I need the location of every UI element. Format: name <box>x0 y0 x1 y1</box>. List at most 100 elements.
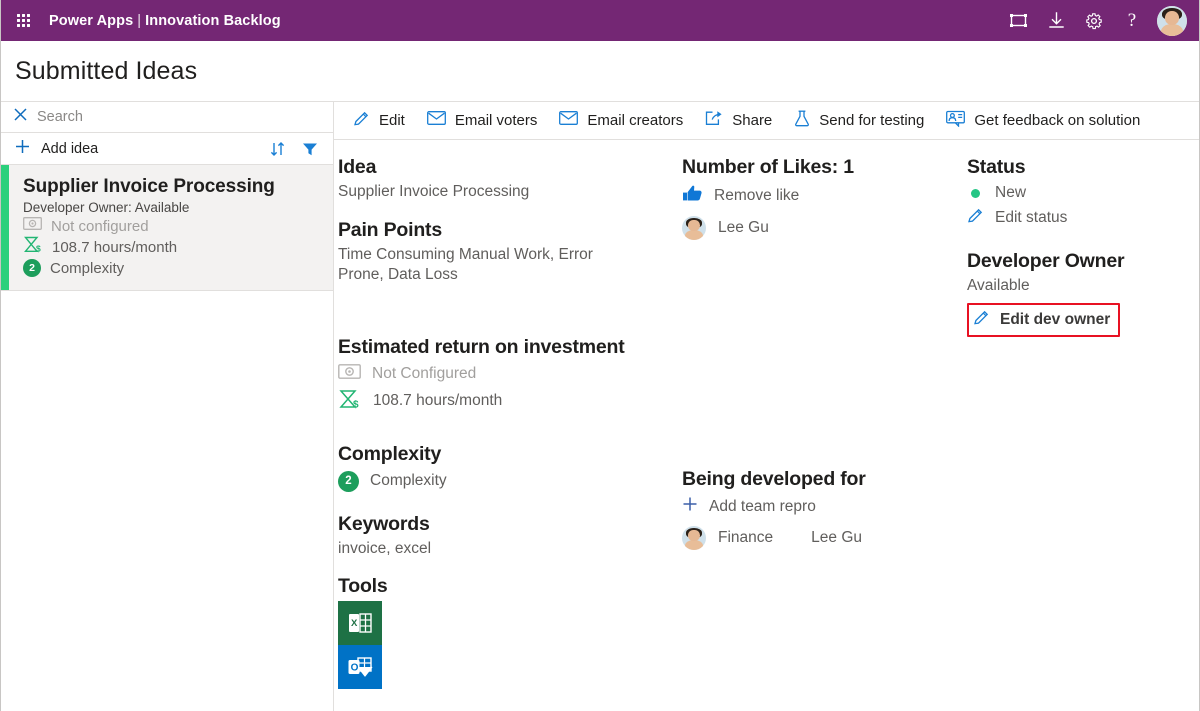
card-roi-hours: $ 108.7 hours/month <box>23 236 275 258</box>
tools-list: X O <box>338 601 682 690</box>
add-idea-button[interactable]: Add idea <box>41 141 98 157</box>
avatar-face <box>688 220 700 232</box>
avatar <box>682 526 706 550</box>
app-window: Power Apps | Innovation Backlog ? Submitte… <box>0 0 1200 711</box>
pencil-icon <box>353 110 370 132</box>
brand-separator: | <box>137 12 142 29</box>
roi-heading: Estimated return on investment <box>338 335 625 358</box>
add-team-repro-button[interactable]: Add team repro <box>682 496 967 517</box>
status-badge: New <box>995 184 1027 201</box>
ideas-list-panel: Search Add idea Supplier Invoice Process… <box>1 102 334 711</box>
roi-hours-value: 108.7 hours/month <box>373 392 503 410</box>
add-idea-row: Add idea <box>1 133 333 165</box>
card-body: Supplier Invoice Processing Developer Ow… <box>9 165 287 290</box>
avatar-body <box>1160 23 1184 36</box>
search-input[interactable]: Search <box>37 109 83 125</box>
voter-row: Lee Gu <box>682 216 967 240</box>
detail-panel: Edit Email voters Email creators Share S… <box>334 102 1199 711</box>
app-launcher-icon[interactable] <box>11 9 35 33</box>
plus-icon[interactable] <box>15 139 30 159</box>
status-dot-icon <box>971 188 980 198</box>
keywords-value: invoice, excel <box>338 539 432 557</box>
svg-text:X: X <box>351 619 358 630</box>
card-roi-money-value: Not configured <box>51 217 149 235</box>
edit-button-label: Edit <box>379 112 405 129</box>
get-feedback-button[interactable]: Get feedback on solution <box>935 102 1151 140</box>
detail-column-right: Status New Edit status Developer Owner A… <box>967 156 1199 711</box>
card-accent-bar <box>1 165 9 290</box>
edit-status-button[interactable]: Edit status <box>967 207 1199 229</box>
edit-button[interactable]: Edit <box>342 102 416 140</box>
team-owner: Lee Gu <box>811 529 863 546</box>
share-icon <box>705 110 723 131</box>
avatar-body <box>684 230 704 240</box>
page-title-bar: Submitted Ideas <box>1 41 1199 102</box>
excel-icon[interactable]: X <box>338 601 382 646</box>
pencil-icon <box>973 309 990 331</box>
svg-text:$: $ <box>353 399 359 408</box>
gear-icon[interactable] <box>1075 0 1113 41</box>
email-voters-label: Email voters <box>454 112 538 129</box>
developer-owner-value: Available <box>967 277 1030 294</box>
card-title: Supplier Invoice Processing <box>23 176 275 197</box>
close-icon[interactable] <box>14 108 27 126</box>
idea-heading: Idea <box>338 156 377 178</box>
complexity-heading: Complexity <box>338 442 442 465</box>
hourglass-money-icon: $ <box>338 389 362 414</box>
detail-columns: Idea Supplier Invoice Processing Pain Po… <box>334 140 1199 711</box>
list-item[interactable]: Supplier Invoice Processing Developer Ow… <box>1 165 333 291</box>
team-name: Finance <box>718 529 774 546</box>
pain-points-value: Time Consuming Manual Work, Error Prone,… <box>338 245 593 284</box>
keywords-heading: Keywords <box>338 512 430 535</box>
team-row: Finance Lee Gu <box>682 526 967 550</box>
plus-icon <box>682 496 698 517</box>
search-row: Search <box>1 102 333 133</box>
fullscreen-icon[interactable] <box>999 0 1037 41</box>
developer-owner-heading: Developer Owner <box>967 250 1125 272</box>
sort-icon[interactable] <box>266 138 288 160</box>
help-glyph: ? <box>1127 9 1137 31</box>
share-label: Share <box>732 112 773 129</box>
email-creators-button[interactable]: Email creators <box>548 102 694 140</box>
roi-money-value: Not Configured <box>372 364 477 382</box>
add-team-repro-label: Add team repro <box>709 497 816 515</box>
help-icon[interactable]: ? <box>1113 0 1151 41</box>
edit-dev-owner-button[interactable]: Edit dev owner <box>967 302 1121 337</box>
avatar[interactable] <box>1157 5 1187 36</box>
download-icon[interactable] <box>1037 0 1075 41</box>
remove-like-label: Remove like <box>714 186 800 204</box>
avatar-face <box>688 530 700 542</box>
card-subtitle: Developer Owner: Available <box>23 200 190 215</box>
status-heading: Status <box>967 156 1026 178</box>
main-split: Search Add idea Supplier Invoice Process… <box>1 102 1199 711</box>
email-voters-button[interactable]: Email voters <box>416 102 549 140</box>
avatar <box>682 216 706 240</box>
edit-dev-owner-label: Edit dev owner <box>1000 310 1111 328</box>
pencil-icon <box>967 207 984 229</box>
avatar-face <box>1165 10 1179 25</box>
send-for-testing-button[interactable]: Send for testing <box>783 102 935 140</box>
remove-like-button[interactable]: Remove like <box>682 184 967 207</box>
envelope-icon <box>426 111 446 130</box>
brand-product: Power Apps <box>49 12 134 29</box>
filter-icon[interactable] <box>299 138 321 160</box>
roi-money-row: Not Configured <box>338 363 682 384</box>
avatar-body <box>684 540 704 550</box>
email-creators-label: Email creators <box>587 112 684 129</box>
tools-heading: Tools <box>338 575 388 598</box>
outlook-icon[interactable]: O <box>338 645 382 690</box>
thumbs-up-icon <box>682 184 703 207</box>
edit-status-label: Edit status <box>995 209 1068 226</box>
card-roi-hours-value: 108.7 hours/month <box>52 238 178 256</box>
top-navigation-bar: Power Apps | Innovation Backlog ? <box>1 0 1199 41</box>
brand-title[interactable]: Power Apps | Innovation Backlog <box>49 13 281 29</box>
share-button[interactable]: Share <box>694 102 783 140</box>
money-icon <box>338 363 361 384</box>
pain-points-heading: Pain Points <box>338 218 442 241</box>
complexity-badge: 2 <box>338 470 359 492</box>
